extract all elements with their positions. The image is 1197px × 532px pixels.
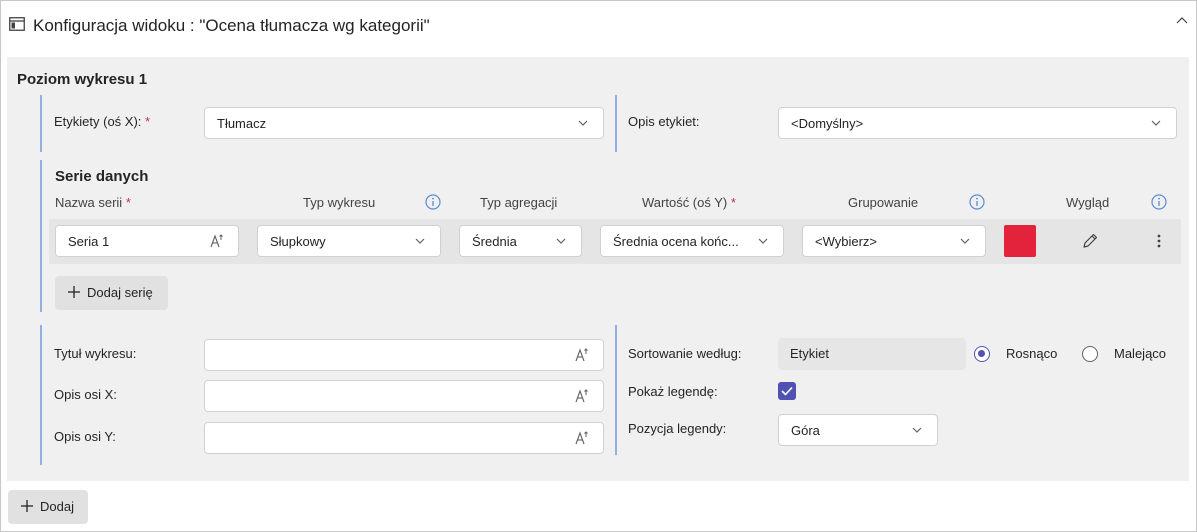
- series-name-input[interactable]: Seria 1: [55, 225, 239, 257]
- labels-description-select[interactable]: <Domyślny>: [778, 107, 1177, 139]
- show-legend-checkbox[interactable]: [778, 382, 796, 400]
- chevron-down-icon: [758, 238, 768, 244]
- series-color-swatch[interactable]: [1004, 225, 1036, 257]
- chart-type-select[interactable]: Słupkowy: [257, 225, 441, 257]
- y-axis-description-input[interactable]: [204, 422, 604, 454]
- text-format-icon[interactable]: [575, 348, 589, 362]
- sort-descending-radio[interactable]: [1082, 346, 1098, 362]
- sort-descending-label: Malejąco: [1114, 346, 1167, 361]
- collapse-chevron-icon[interactable]: [1176, 16, 1188, 24]
- group-accent-bar: [615, 325, 617, 455]
- sort-by-value-box: Etykiet: [778, 338, 966, 370]
- chevron-down-icon: [912, 427, 922, 433]
- config-header: Konfiguracja widoku : "Ocena tłumacza wg…: [1, 1, 1196, 50]
- group-accent-bar: [615, 95, 617, 152]
- chevron-down-icon: [960, 238, 970, 244]
- x-axis-description-input[interactable]: [204, 380, 604, 412]
- column-header-grouping: Grupowanie: [848, 195, 919, 210]
- page-title: Konfiguracja widoku : "Ocena tłumacza wg…: [33, 16, 430, 35]
- plus-icon: [21, 500, 33, 512]
- legend-position-label: Pozycja legendy:: [628, 421, 727, 436]
- chart-type-value: Słupkowy: [270, 234, 326, 249]
- group-accent-bar: [40, 325, 42, 465]
- text-format-icon[interactable]: [210, 234, 224, 248]
- series-name-value: Seria 1: [68, 234, 110, 249]
- grouping-select[interactable]: <Wybierz>: [802, 225, 986, 257]
- info-icon[interactable]: [969, 194, 985, 210]
- sort-ascending-radio[interactable]: [974, 346, 990, 362]
- labels-description-label: Opis etykiet:: [628, 114, 700, 129]
- legend-position-select[interactable]: Góra: [778, 414, 938, 446]
- column-header-chart-type: Typ wykresu: [303, 195, 376, 210]
- group-accent-bar: [40, 95, 42, 152]
- group-accent-bar: [40, 160, 42, 312]
- more-options-icon[interactable]: [1154, 233, 1164, 249]
- add-button[interactable]: Dodaj: [8, 490, 88, 524]
- sort-by-label: Sortowanie według:: [628, 346, 742, 361]
- series-title: Serie danych: [55, 168, 149, 185]
- labels-field-label: Etykiety (oś X): *: [54, 114, 151, 129]
- labels-select-value: Tłumacz: [217, 116, 267, 131]
- window-icon: [9, 17, 25, 31]
- checkmark-icon: [781, 386, 793, 396]
- column-header-appearance: Wygląd: [1066, 195, 1110, 210]
- plus-icon: [68, 286, 80, 298]
- chart-title-input[interactable]: [204, 339, 604, 371]
- grouping-value: <Wybierz>: [815, 234, 878, 249]
- labels-select[interactable]: Tłumacz: [204, 107, 604, 139]
- x-axis-description-label: Opis osi X:: [54, 387, 117, 402]
- labels-description-value: <Domyślny>: [791, 116, 864, 131]
- info-icon[interactable]: [1151, 194, 1167, 210]
- add-button-label: Dodaj: [40, 499, 74, 514]
- value-select[interactable]: Średnia ocena końc...: [600, 225, 784, 257]
- chevron-down-icon: [556, 238, 566, 244]
- add-series-button[interactable]: Dodaj serię: [55, 276, 168, 310]
- column-header-value: Wartość (oś Y) *: [642, 195, 736, 210]
- legend-position-value: Góra: [791, 423, 820, 438]
- y-axis-description-label: Opis osi Y:: [54, 429, 116, 444]
- text-format-icon[interactable]: [575, 431, 589, 445]
- edit-pencil-icon[interactable]: [1081, 232, 1099, 250]
- info-icon[interactable]: [425, 194, 441, 210]
- chart-title-label: Tytuł wykresu:: [54, 346, 137, 361]
- show-legend-label: Pokaż legendę:: [628, 384, 718, 399]
- aggregation-select[interactable]: Średnia: [459, 225, 582, 257]
- sort-ascending-label: Rosnąco: [1006, 346, 1058, 361]
- chevron-down-icon: [1151, 120, 1161, 126]
- chevron-down-icon: [415, 238, 425, 244]
- chevron-down-icon: [578, 120, 588, 126]
- text-format-icon[interactable]: [575, 389, 589, 403]
- value-select-value: Średnia ocena końc...: [613, 234, 739, 249]
- column-header-name: Nazwa serii *: [55, 195, 131, 210]
- column-header-aggregation: Typ agregacji: [480, 195, 558, 210]
- add-series-label: Dodaj serię: [87, 285, 153, 300]
- section-title: Poziom wykresu 1: [17, 71, 148, 88]
- aggregation-value: Średnia: [472, 234, 517, 249]
- sort-by-value: Etykiet: [790, 346, 830, 361]
